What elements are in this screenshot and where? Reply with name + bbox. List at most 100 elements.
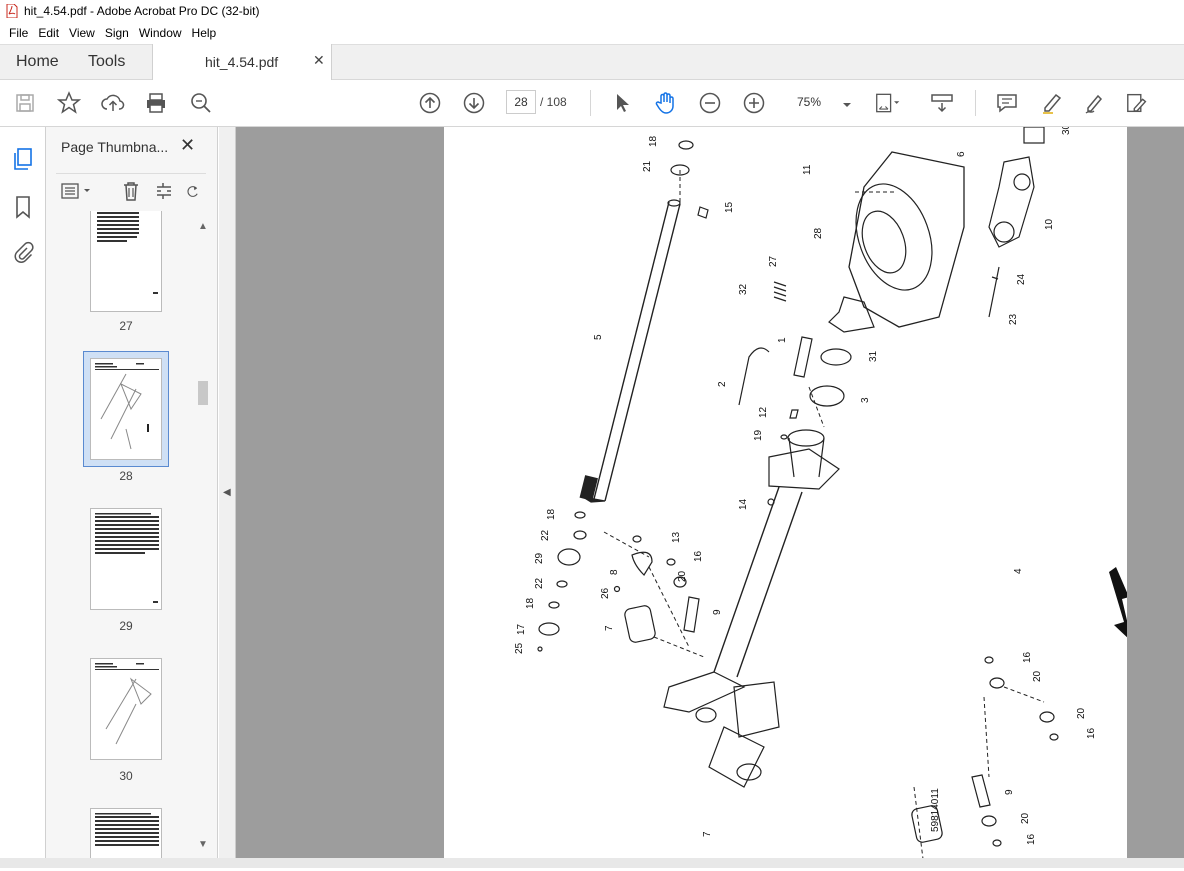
- acrobat-pdf-icon: [6, 4, 18, 18]
- insert-pages-icon[interactable]: [154, 180, 176, 202]
- upload-cloud-icon[interactable]: [100, 90, 126, 116]
- page-thumbnails-panel: Page Thumbna... ✕ 27 28 29 30 ▲ ▼: [46, 127, 218, 868]
- page-thumbnail-27[interactable]: [90, 211, 162, 312]
- part-callout-label: 22: [540, 529, 551, 541]
- thumbnail-options-icon[interactable]: [60, 180, 94, 202]
- menu-edit[interactable]: Edit: [33, 26, 64, 40]
- close-panel-icon[interactable]: ✕: [180, 135, 195, 156]
- part-callout-label: 14: [738, 498, 749, 510]
- exploded-parts-diagram: 182115511630102827322423131231219141822 1…: [514, 123, 1132, 868]
- part-callout-label: 21: [642, 160, 653, 172]
- thumbnail-list: 27 28 29 30: [56, 211, 206, 861]
- scrollbar-thumb[interactable]: [198, 381, 208, 405]
- bookmarks-icon[interactable]: [11, 195, 35, 219]
- part-callout-label: 20: [1076, 707, 1087, 719]
- part-callout-label: 19: [753, 429, 764, 441]
- menu-help[interactable]: Help: [187, 26, 222, 40]
- thumbnail-page-number: 30: [119, 769, 133, 783]
- part-callout-label: 16: [1022, 651, 1033, 663]
- menu-view[interactable]: View: [64, 26, 100, 40]
- tab-tools[interactable]: Tools: [88, 45, 125, 80]
- part-callout-label: 16: [1026, 833, 1037, 845]
- panel-collapse-handle[interactable]: ◀: [219, 127, 236, 868]
- tab-home[interactable]: Home: [16, 45, 59, 80]
- part-callout-label: 5: [593, 334, 604, 340]
- scroll-up-icon[interactable]: ▲: [198, 221, 208, 232]
- part-callout-label: 31: [868, 350, 879, 362]
- zoom-level-select[interactable]: 75%: [789, 91, 853, 115]
- next-page-icon[interactable]: [461, 90, 487, 116]
- part-callout-label: 9: [712, 609, 723, 615]
- page-thumbnail-28[interactable]: [90, 358, 162, 460]
- part-callout-label: 6: [956, 151, 967, 157]
- part-callout-label: 16: [1086, 727, 1097, 739]
- hand-pan-icon[interactable]: [652, 90, 678, 116]
- collapse-arrow-icon[interactable]: ◀: [223, 487, 231, 498]
- part-callout-label: 2: [717, 381, 728, 387]
- part-callout-label: 4: [1013, 568, 1024, 574]
- close-tab-icon[interactable]: ✕: [313, 52, 325, 69]
- zoom-in-icon[interactable]: [741, 90, 767, 116]
- left-navigation-rail: [0, 127, 46, 868]
- part-callout-label: 20: [1032, 670, 1043, 682]
- tab-bar: Home Tools hit_4.54.pdf ✕: [0, 44, 1184, 81]
- menu-sign[interactable]: Sign: [100, 26, 134, 40]
- page-thumbnails-icon[interactable]: [11, 147, 35, 171]
- thumbnail-scrollbar[interactable]: ▲ ▼: [196, 219, 210, 853]
- panel-title: Page Thumbna...: [61, 139, 169, 155]
- part-callout-label: 7: [604, 625, 615, 631]
- zoom-out-icon[interactable]: [697, 90, 723, 116]
- part-callout-label: 12: [758, 406, 769, 418]
- part-callout-label: 1: [777, 337, 788, 343]
- page-thumbnail-30[interactable]: [90, 658, 162, 760]
- page-total: / 108: [540, 95, 567, 109]
- part-callout-label: 24: [1016, 273, 1027, 285]
- part-callout-label: 18: [546, 508, 557, 520]
- part-callout-label: 16: [693, 550, 704, 562]
- thumbnail-page-number: 29: [119, 619, 133, 633]
- current-page-input[interactable]: 28: [506, 90, 536, 114]
- document-viewer[interactable]: 18 21 15 5 11 6 30 10 28 27 32 24 23 1 31 2 3 12 19 14 18 22 1…: [236, 123, 1184, 868]
- scroll-down-icon[interactable]: ▼: [198, 839, 208, 850]
- page-fit-icon[interactable]: [875, 90, 901, 116]
- delete-page-icon[interactable]: [120, 180, 142, 202]
- part-callout-label: 17: [516, 623, 527, 635]
- thumbnail-page-number: 28: [119, 469, 133, 483]
- part-callout-label: 20: [1020, 812, 1031, 824]
- main-toolbar: [0, 80, 1184, 127]
- pdf-page: 18 21 15 5 11 6 30 10 28 27 32 24 23 1 31 2 3 12 19 14 18 22 1…: [444, 123, 1132, 868]
- scroll-mode-icon[interactable]: [929, 90, 955, 116]
- part-callout-label: 18: [648, 135, 659, 147]
- bookmark-star-icon[interactable]: [56, 90, 82, 116]
- rotate-page-icon[interactable]: [186, 180, 200, 202]
- part-callout-label: 20: [677, 570, 688, 582]
- menu-window[interactable]: Window: [134, 26, 187, 40]
- print-icon[interactable]: [143, 90, 169, 116]
- save-icon[interactable]: [12, 90, 38, 116]
- previous-page-icon[interactable]: [417, 90, 443, 116]
- menu-file[interactable]: File: [4, 26, 33, 40]
- draw-sign-icon[interactable]: [1082, 90, 1108, 116]
- window-bottom-edge: [0, 858, 1184, 868]
- tab-document[interactable]: hit_4.54.pdf ✕: [152, 44, 332, 81]
- part-callout-label: 3: [860, 397, 871, 403]
- part-callout-label: 15: [724, 201, 735, 213]
- part-callout-label: 22: [534, 577, 545, 589]
- attachments-paperclip-icon[interactable]: [11, 240, 35, 264]
- thumbnail-page-number: 27: [119, 319, 133, 333]
- part-callout-label: 29: [534, 552, 545, 564]
- toolbar-separator: [975, 90, 976, 116]
- part-callout-label: 18: [525, 597, 536, 609]
- part-callout-label: 28: [813, 227, 824, 239]
- search-zoom-icon[interactable]: [188, 90, 214, 116]
- highlight-pen-icon[interactable]: [1039, 90, 1065, 116]
- comment-icon[interactable]: [994, 90, 1020, 116]
- page-thumbnail-31[interactable]: [90, 808, 162, 861]
- more-tools-icon[interactable]: [1125, 90, 1151, 116]
- toolbar-separator: [590, 90, 591, 116]
- part-callout-label: 23: [1008, 313, 1019, 325]
- window-title: hit_4.54.pdf - Adobe Acrobat Pro DC (32-…: [24, 4, 260, 18]
- page-thumbnail-29[interactable]: [90, 508, 162, 610]
- select-cursor-icon[interactable]: [609, 90, 635, 116]
- part-callout-label: 26: [600, 587, 611, 599]
